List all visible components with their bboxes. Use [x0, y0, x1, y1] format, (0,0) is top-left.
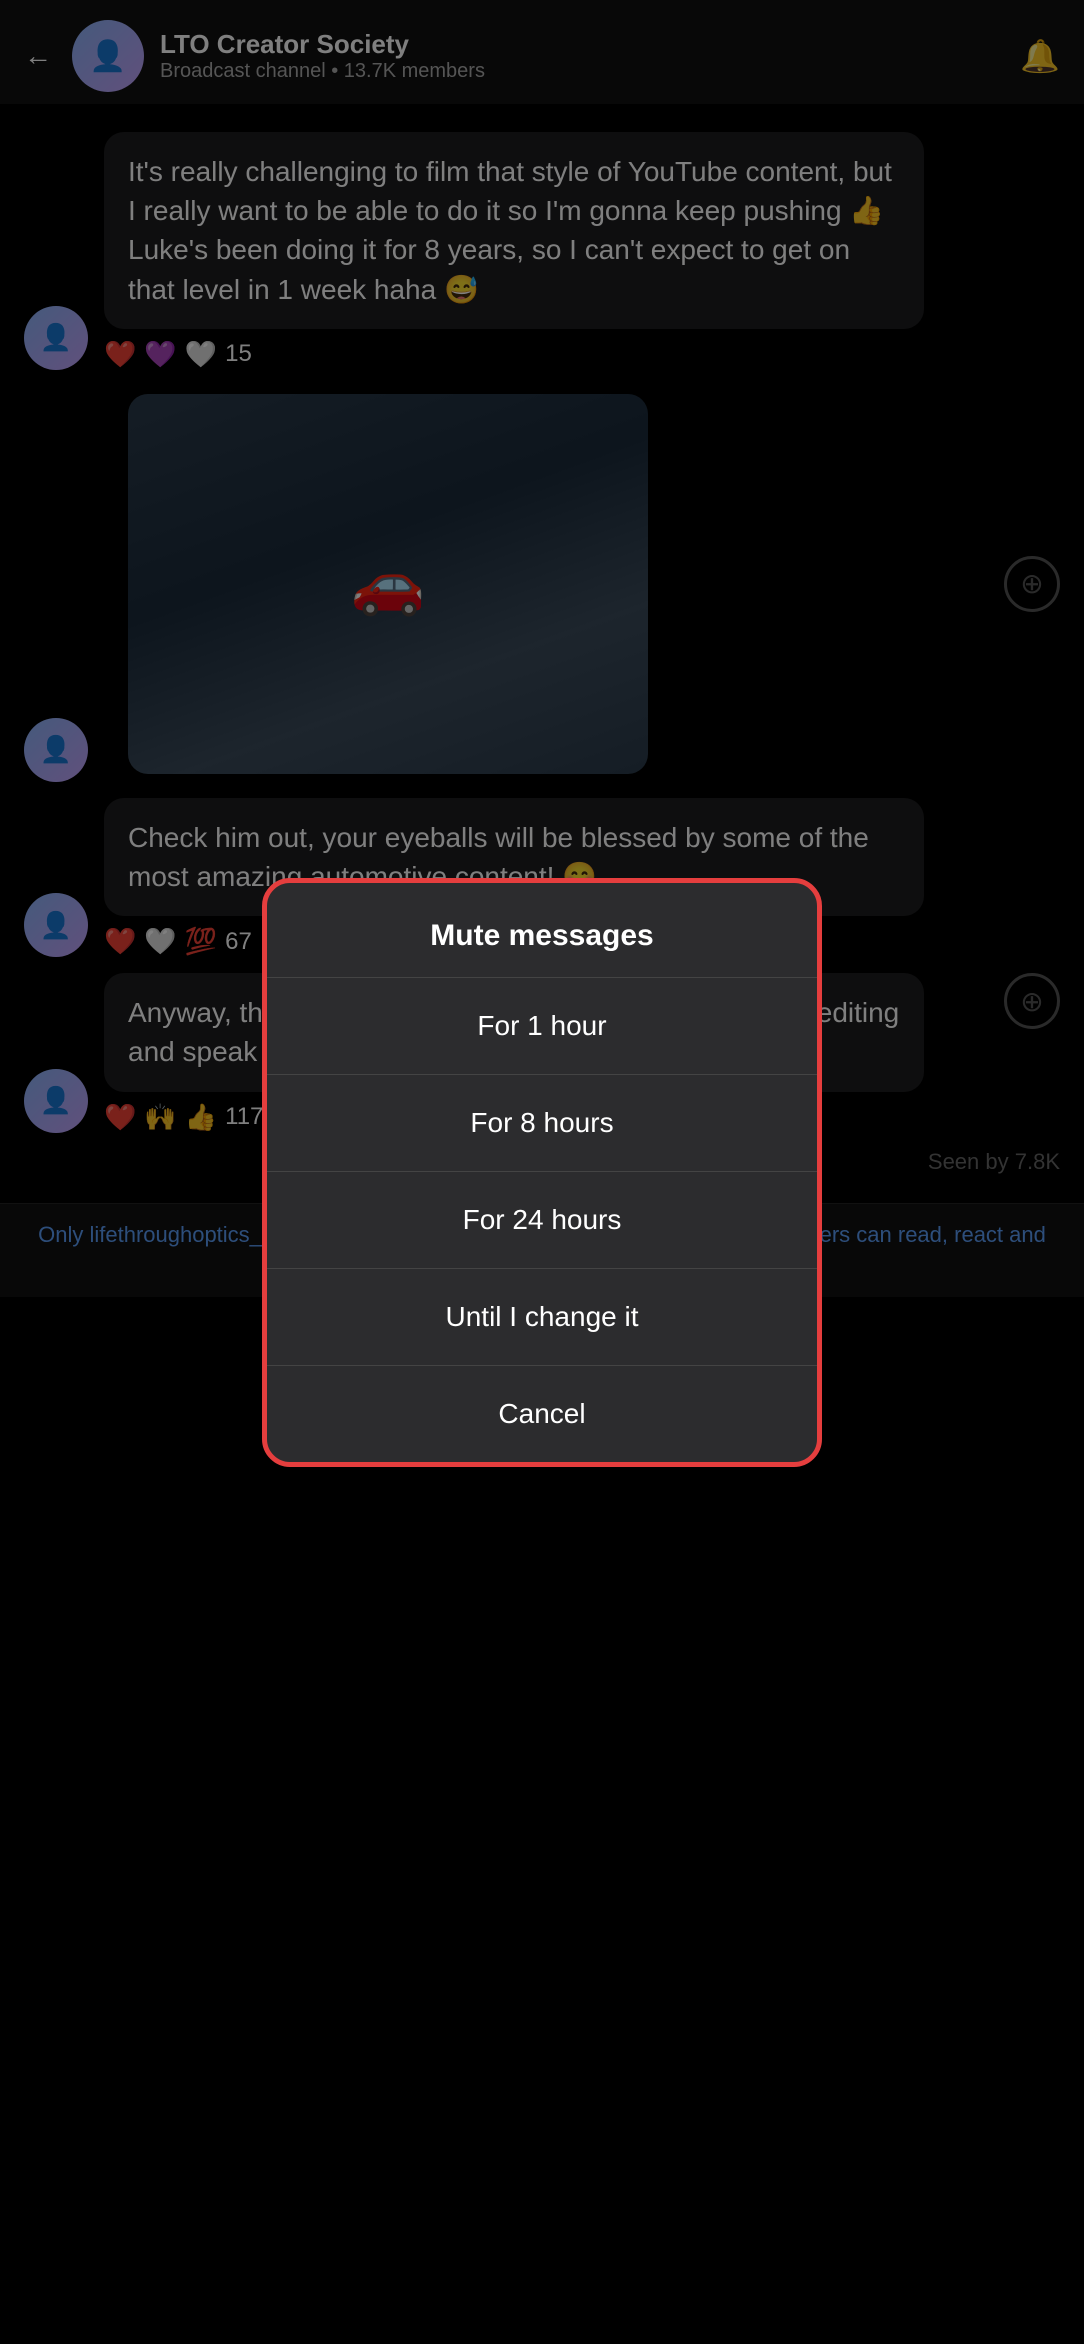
mute-modal: Mute messages For 1 hour For 8 hours For…	[262, 878, 822, 1467]
modal-title: Mute messages	[267, 883, 817, 977]
mute-24hours-option[interactable]: For 24 hours	[267, 1172, 817, 1269]
cancel-button[interactable]: Cancel	[267, 1366, 817, 1462]
modal-overlay[interactable]: Mute messages For 1 hour For 8 hours For…	[0, 0, 1084, 2344]
mute-1hour-option[interactable]: For 1 hour	[267, 978, 817, 1075]
mute-8hours-option[interactable]: For 8 hours	[267, 1075, 817, 1172]
mute-until-change-option[interactable]: Until I change it	[267, 1269, 817, 1366]
